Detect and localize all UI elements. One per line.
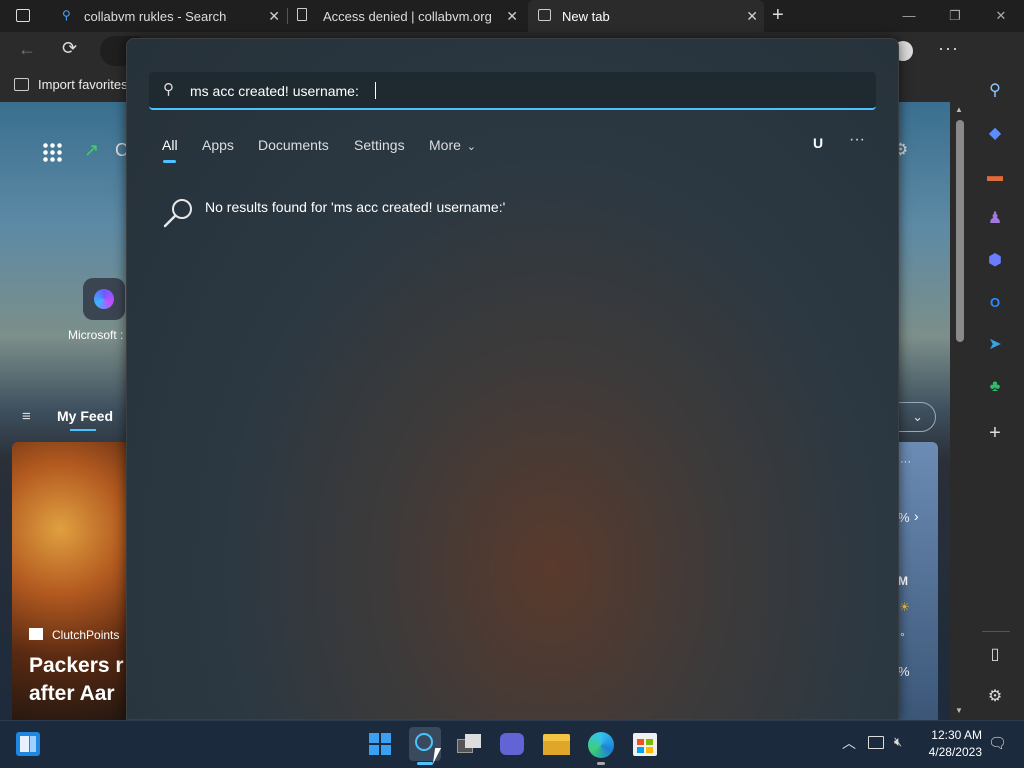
sidebar-copilot-icon[interactable]: ⬢ — [984, 250, 1006, 272]
windows-search-flyout: ⚲ ms acc created! username: All Apps Doc… — [126, 38, 899, 720]
tab-title: New tab — [562, 8, 610, 24]
tab-actions-icon[interactable] — [16, 9, 30, 22]
search-icon: ⚲ — [62, 8, 71, 22]
weather-pct2: % — [898, 664, 910, 679]
close-tab-icon[interactable]: ✕ — [746, 8, 758, 25]
no-results-message: No results found for 'ms acc created! us… — [205, 199, 506, 215]
sidebar-panel-icon[interactable]: ▯ — [984, 644, 1006, 666]
weather-card: ··· % › M ☀ ° % — [898, 442, 938, 720]
chevron-right-icon[interactable]: › — [914, 508, 919, 524]
taskbar-active-indicator — [417, 762, 433, 765]
refresh-icon[interactable]: ⟳ — [62, 38, 77, 59]
volume-muted-icon[interactable]: 🔇︎ — [894, 734, 902, 750]
close-tab-icon[interactable]: ✕ — [268, 8, 280, 25]
sidebar-settings-icon[interactable]: ⚙ — [984, 686, 1006, 708]
close-tab-icon[interactable]: ✕ — [506, 8, 518, 25]
sidebar-outlook-icon[interactable]: O — [984, 292, 1006, 314]
weather-sun-icon: ☀ — [899, 600, 910, 614]
browser-title-bar: ⚲ collabvm rukles - Search ✕ Access deni… — [0, 0, 1024, 32]
clock-time[interactable]: 12:30 AM — [930, 728, 982, 742]
news-card[interactable]: ClutchPoints Packers r after Aar — [12, 442, 132, 720]
search-tab-documents[interactable]: Documents — [258, 137, 329, 153]
feed-tab-underline — [70, 429, 96, 431]
notifications-icon[interactable]: 🗨︎ — [988, 734, 1007, 752]
search-query: ms acc created! username: — [190, 83, 359, 99]
news-headline-2: after Aar — [29, 682, 115, 705]
no-results-search-icon — [163, 197, 197, 229]
new-tab-plus-icon[interactable]: + — [772, 4, 784, 27]
sidebar-send-icon[interactable]: ➤ — [984, 334, 1006, 356]
import-favorites-link[interactable]: Import favorites — [38, 77, 128, 92]
edge-running-indicator — [597, 762, 605, 765]
close-window-icon[interactable]: ✕ — [989, 4, 1013, 28]
news-source: ClutchPoints — [52, 628, 120, 642]
weather-deg: ° — [900, 630, 905, 644]
weather-m: M — [898, 574, 908, 588]
store-icon[interactable] — [633, 733, 657, 756]
sidebar-tools-icon[interactable]: ▬ — [984, 166, 1006, 188]
page-scrollbar[interactable]: ▲ ▼ — [950, 102, 970, 720]
sidebar-divider — [982, 631, 1010, 632]
scroll-up-icon[interactable]: ▲ — [955, 105, 963, 114]
search-icon: ⚲ — [163, 81, 174, 98]
news-source-logo — [29, 628, 43, 640]
weather-pct1: % — [898, 510, 910, 525]
tab-new-tab[interactable]: New tab ✕ — [528, 0, 764, 32]
page-icon — [297, 8, 307, 21]
teams-chat-icon[interactable] — [500, 733, 524, 755]
search-tab-more[interactable]: More ⌄ — [429, 137, 476, 153]
scroll-thumb[interactable] — [956, 120, 964, 342]
tab-access-denied[interactable]: Access denied | collabvm.org use ✕ — [288, 0, 524, 32]
restore-icon[interactable]: ❐ — [943, 4, 967, 28]
task-view-icon[interactable] — [457, 734, 483, 754]
tab-title: collabvm rukles - Search — [84, 8, 227, 24]
feed-menu-icon[interactable]: ≡ — [22, 408, 31, 425]
clock-date[interactable]: 4/28/2023 — [923, 745, 982, 759]
new-tab-page-icon — [538, 9, 551, 21]
more-menu-icon[interactable]: ··· — [938, 38, 959, 59]
tab-all-underline — [163, 160, 176, 163]
sidebar-games-icon[interactable]: ♟ — [984, 208, 1006, 230]
search-tab-all[interactable]: All — [162, 137, 178, 153]
sidebar-search-icon[interactable]: ⚲ — [984, 80, 1006, 102]
scroll-down-icon[interactable]: ▼ — [955, 706, 963, 715]
my-feed-tab[interactable]: My Feed — [57, 408, 113, 424]
sidebar-shopping-icon[interactable]: ◆ — [984, 123, 1006, 145]
start-windows-icon[interactable] — [369, 733, 391, 755]
user-avatar[interactable]: U — [813, 135, 823, 151]
network-icon[interactable] — [868, 736, 884, 749]
widgets-icon[interactable] — [16, 732, 40, 756]
chevron-down-icon: ⌄ — [466, 141, 477, 153]
copilot-shortcut-icon[interactable] — [83, 278, 125, 320]
minimize-icon[interactable]: — — [897, 4, 921, 28]
tab-search[interactable]: ⚲ collabvm rukles - Search ✕ — [50, 0, 286, 32]
apps-grid-icon[interactable] — [42, 142, 62, 162]
sidebar-tree-icon[interactable]: ♣ — [984, 376, 1006, 398]
news-headline-1: Packers r — [29, 654, 124, 677]
edge-browser-icon[interactable] — [588, 732, 614, 758]
weather-more-icon[interactable]: ··· — [900, 456, 911, 468]
back-arrow-icon[interactable]: ← — [18, 39, 36, 60]
import-favorites-icon — [14, 78, 29, 91]
more-label: More — [429, 137, 461, 153]
search-input[interactable]: ⚲ ms acc created! username: — [149, 72, 876, 110]
search-options-icon[interactable]: ··· — [849, 131, 865, 149]
search-tab-settings[interactable]: Settings — [354, 137, 405, 153]
file-explorer-icon[interactable] — [543, 734, 570, 755]
shortcut-label: Microsoft : — [68, 328, 124, 342]
sidebar-add-icon[interactable]: + — [984, 422, 1006, 444]
show-hidden-icons-chevron[interactable]: ︿ — [842, 733, 856, 753]
tab-title: Access denied | collabvm.org use — [323, 8, 495, 24]
search-tab-apps[interactable]: Apps — [202, 137, 234, 153]
trending-icon: ↗ — [84, 140, 100, 160]
text-cursor — [375, 82, 376, 99]
